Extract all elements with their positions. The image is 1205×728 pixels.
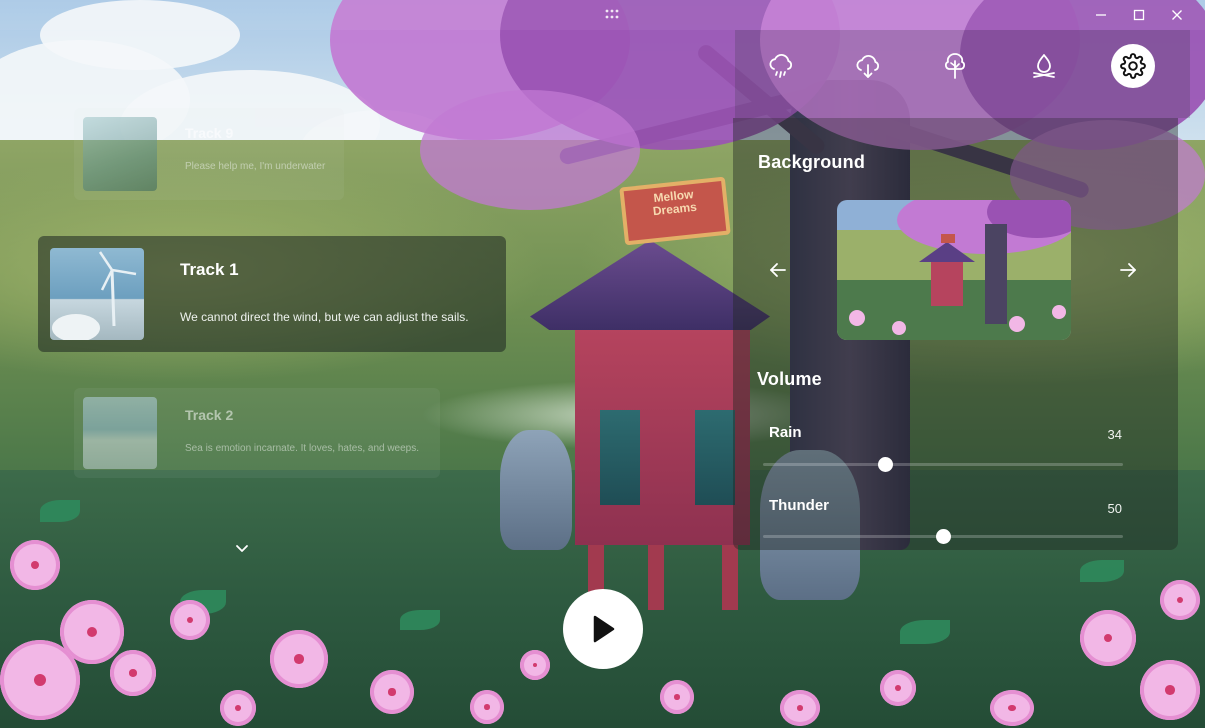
track-thumbnail — [50, 248, 144, 340]
flower — [110, 650, 156, 696]
guardian-statue — [500, 430, 572, 550]
track-card-next[interactable]: Track 2 Sea is emotion incarnate. It lov… — [74, 388, 440, 478]
flower — [170, 600, 210, 640]
shrine-sign-text: Mellow Dreams — [652, 187, 698, 219]
leaf — [400, 610, 440, 630]
settings-button[interactable] — [1111, 44, 1155, 88]
blossom-canopy — [420, 90, 640, 210]
background-heading: Background — [758, 152, 866, 172]
play-icon — [593, 615, 615, 643]
track-card-current[interactable]: Track 1 We cannot direct the wind, but w… — [38, 236, 506, 352]
cloud-download-icon — [856, 55, 879, 78]
shrine-leg — [648, 545, 664, 610]
track-thumbnail — [83, 397, 157, 469]
thunder-volume-slider[interactable] — [763, 529, 1123, 544]
flower — [520, 650, 550, 680]
tree-icon — [944, 53, 966, 79]
shrine-window — [600, 410, 640, 505]
rain-volume-label: Rain — [769, 424, 802, 441]
rain-slider-thumb[interactable] — [878, 457, 894, 472]
shrine-sign: Mellow Dreams — [619, 176, 731, 246]
leaf — [40, 500, 80, 522]
background-preview[interactable] — [837, 200, 1071, 340]
flower — [1080, 610, 1136, 666]
previous-background-button[interactable] — [765, 258, 791, 282]
maximize-button[interactable] — [1128, 5, 1150, 25]
play-button[interactable] — [563, 589, 643, 669]
campfire-button[interactable] — [1022, 44, 1066, 88]
drag-handle-icon[interactable] — [604, 8, 620, 20]
flower — [470, 690, 504, 724]
flower — [270, 630, 328, 688]
track-subtitle: We cannot direct the wind, but we can ad… — [180, 310, 469, 324]
minimize-button[interactable] — [1090, 5, 1112, 25]
track-subtitle: Please help me, I'm underwater — [185, 161, 326, 172]
thunder-volume-label: Thunder — [769, 497, 829, 514]
track-subtitle: Sea is emotion incarnate. It loves, hate… — [185, 443, 420, 454]
rain-volume-slider[interactable] — [763, 457, 1123, 472]
shrine-window — [695, 410, 735, 505]
rain-volume-value: 34 — [1107, 427, 1122, 442]
arrow-left-icon — [770, 263, 786, 277]
leaf — [900, 620, 950, 644]
cloud-rain-icon — [769, 54, 792, 78]
flower — [370, 670, 414, 714]
flower — [220, 690, 256, 726]
track-thumbnail — [83, 117, 157, 191]
flower — [990, 690, 1034, 726]
arrow-right-icon — [1120, 263, 1136, 277]
ambience-toolbar — [735, 30, 1190, 118]
track-title: Track 2 — [185, 407, 234, 423]
rain-button[interactable] — [759, 44, 803, 88]
chevron-down-icon[interactable] — [234, 542, 250, 556]
flower — [10, 540, 60, 590]
flower — [660, 680, 694, 714]
gear-icon — [1120, 53, 1146, 79]
flower — [0, 640, 80, 720]
thunder-slider-thumb[interactable] — [936, 529, 951, 544]
settings-panel: Background Volume Rain 34 Thunder 50 — [733, 118, 1178, 550]
maximize-icon — [1133, 9, 1145, 21]
volume-heading: Volume — [757, 369, 822, 389]
close-icon — [1172, 10, 1182, 20]
minimize-icon — [1096, 14, 1106, 16]
thunder-volume-value: 50 — [1107, 501, 1122, 516]
wind-turbine-icon — [52, 251, 137, 340]
close-button[interactable] — [1166, 5, 1188, 25]
background-thumbnail — [837, 200, 1071, 340]
flower — [1160, 580, 1200, 620]
track-title: Track 1 — [180, 260, 239, 279]
next-background-button[interactable] — [1115, 258, 1141, 282]
flower — [780, 690, 820, 726]
forest-button[interactable] — [933, 44, 977, 88]
track-title: Track 9 — [185, 125, 234, 141]
storm-button[interactable] — [846, 44, 890, 88]
flower — [1140, 660, 1200, 720]
track-card-previous[interactable]: Track 9 Please help me, I'm underwater — [74, 108, 344, 200]
shrine-leg — [722, 545, 738, 610]
flower — [880, 670, 916, 706]
title-bar[interactable] — [0, 0, 1205, 30]
leaf — [1080, 560, 1124, 582]
campfire-icon — [1033, 54, 1055, 78]
